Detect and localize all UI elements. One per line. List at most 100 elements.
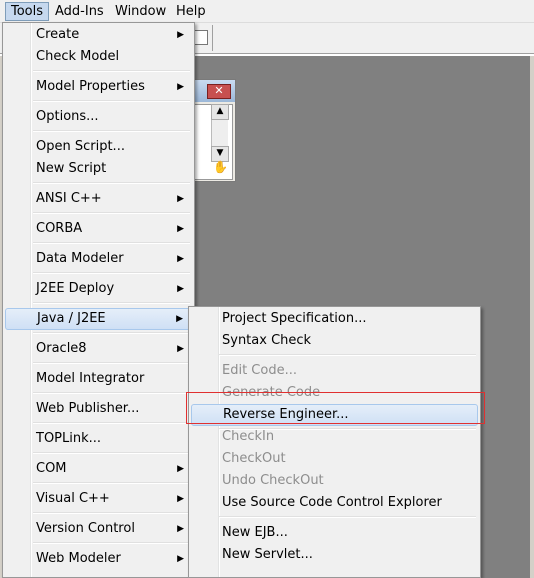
menu-item-model-properties[interactable]: Model Properties ▶ bbox=[5, 76, 192, 98]
menu-separator bbox=[33, 512, 190, 514]
floating-window: ✕ ▲ ▼ ✋ bbox=[190, 79, 236, 182]
menu-item-label: New Servlet... bbox=[222, 547, 313, 562]
menu-item-com[interactable]: COM ▶ bbox=[5, 458, 192, 480]
menu-item-label: Oracle8 bbox=[36, 341, 87, 356]
menu-item-label: Edit Code... bbox=[222, 363, 297, 378]
menu-bar: Tools Add-Ins Window Help bbox=[0, 0, 534, 23]
menu-item-label: Model Properties bbox=[36, 79, 145, 94]
menu-item-label: Version Control bbox=[36, 521, 135, 536]
menu-separator bbox=[33, 362, 190, 364]
menu-item-label: Java / J2EE bbox=[37, 311, 106, 326]
chevron-right-icon: ▶ bbox=[177, 30, 184, 40]
menu-item-label: CheckOut bbox=[222, 451, 286, 466]
menu-item-label: Check Model bbox=[36, 49, 120, 64]
menu-item-label: Use Source Code Control Explorer bbox=[222, 495, 442, 510]
menu-item-ansi-cpp[interactable]: ANSI C++ ▶ bbox=[5, 188, 192, 210]
menu-item-options[interactable]: Options... bbox=[5, 106, 192, 128]
menu-item-web-publisher[interactable]: Web Publisher... bbox=[5, 398, 192, 420]
menu-item-label: ANSI C++ bbox=[36, 191, 102, 206]
menu-item-label: CheckIn bbox=[222, 429, 275, 444]
menu-item-checkin: CheckIn bbox=[191, 426, 478, 448]
menu-item-project-specification[interactable]: Project Specification... bbox=[191, 308, 478, 330]
menu-separator bbox=[33, 212, 190, 214]
chevron-right-icon: ▶ bbox=[177, 224, 184, 234]
menu-separator bbox=[33, 302, 190, 304]
menu-item-label: CORBA bbox=[36, 221, 83, 236]
menu-separator bbox=[33, 332, 190, 334]
chevron-right-icon: ▶ bbox=[177, 524, 184, 534]
workspace-frame-right bbox=[530, 56, 534, 578]
hand-pointer-icon[interactable]: ✋ bbox=[213, 160, 228, 174]
chevron-right-icon: ▶ bbox=[177, 194, 184, 204]
menu-separator bbox=[33, 182, 190, 184]
menu-item-j2ee-deploy[interactable]: J2EE Deploy ▶ bbox=[5, 278, 192, 300]
menu-item-java-j2ee[interactable]: Java / J2EE ▶ bbox=[5, 308, 192, 330]
menu-separator bbox=[33, 100, 190, 102]
menu-separator bbox=[33, 482, 190, 484]
menu-item-checkout: CheckOut bbox=[191, 448, 478, 470]
menu-item-open-script[interactable]: Open Script... bbox=[5, 136, 192, 158]
menu-item-label: Visual C++ bbox=[36, 491, 110, 506]
menu-item-label: COM bbox=[36, 461, 67, 476]
menu-item-edit-code: Edit Code... bbox=[191, 360, 478, 382]
scroll-up-icon[interactable]: ▲ bbox=[211, 104, 229, 120]
menu-separator bbox=[33, 130, 190, 132]
menu-separator bbox=[33, 452, 190, 454]
menu-item-new-ejb[interactable]: New EJB... bbox=[191, 522, 478, 544]
menu-item-label: Open Script... bbox=[36, 139, 125, 154]
close-icon[interactable]: ✕ bbox=[207, 84, 231, 99]
menu-item-label: Model Integrator bbox=[36, 371, 145, 386]
toolbar-document-icon[interactable] bbox=[193, 30, 208, 45]
menu-item-label: Web Publisher... bbox=[36, 401, 140, 416]
menu-item-label: Data Modeler bbox=[36, 251, 124, 266]
menu-item-syntax-check[interactable]: Syntax Check bbox=[191, 330, 478, 352]
menu-item-label: Syntax Check bbox=[222, 333, 312, 348]
menu-separator bbox=[33, 242, 190, 244]
menu-item-label: Web Modeler bbox=[36, 551, 121, 566]
menu-item-toplink[interactable]: TOPLink... bbox=[5, 428, 192, 450]
menu-item-visual-cpp[interactable]: Visual C++ ▶ bbox=[5, 488, 192, 510]
menu-separator bbox=[33, 542, 190, 544]
menu-item-corba[interactable]: CORBA ▶ bbox=[5, 218, 192, 240]
menu-separator bbox=[33, 392, 190, 394]
menu-item-label: Project Specification... bbox=[222, 311, 367, 326]
menu-item-source-code-control-explorer[interactable]: Use Source Code Control Explorer bbox=[191, 492, 478, 514]
menu-separator bbox=[33, 272, 190, 274]
menu-item-model-integrator[interactable]: Model Integrator bbox=[5, 368, 192, 390]
chevron-right-icon: ▶ bbox=[177, 82, 184, 92]
chevron-right-icon: ▶ bbox=[177, 284, 184, 294]
menu-separator bbox=[33, 70, 190, 72]
chevron-right-icon: ▶ bbox=[177, 494, 184, 504]
menu-item-oracle8[interactable]: Oracle8 ▶ bbox=[5, 338, 192, 360]
callout-highlight-box bbox=[186, 392, 485, 424]
menu-help[interactable]: Help bbox=[171, 3, 211, 20]
menu-item-label: Undo CheckOut bbox=[222, 473, 324, 488]
menu-item-label: Create bbox=[36, 27, 80, 42]
menu-item-label: Options... bbox=[36, 109, 99, 124]
menu-separator bbox=[219, 354, 476, 356]
menu-item-web-modeler[interactable]: Web Modeler ▶ bbox=[5, 548, 192, 570]
menu-tools[interactable]: Tools bbox=[5, 2, 50, 21]
menu-item-label: New EJB... bbox=[222, 525, 288, 540]
menu-separator bbox=[219, 516, 476, 518]
chevron-right-icon: ▶ bbox=[177, 554, 184, 564]
toolbar-separator bbox=[212, 25, 213, 51]
menu-item-create[interactable]: Create ▶ bbox=[5, 24, 192, 46]
menu-item-new-script[interactable]: New Script bbox=[5, 158, 192, 180]
menu-item-check-model[interactable]: Check Model bbox=[5, 46, 192, 68]
menu-item-undo-checkout: Undo CheckOut bbox=[191, 470, 478, 492]
chevron-right-icon: ▶ bbox=[177, 254, 184, 264]
menu-separator bbox=[33, 422, 190, 424]
menu-item-data-modeler[interactable]: Data Modeler ▶ bbox=[5, 248, 192, 270]
chevron-right-icon: ▶ bbox=[177, 344, 184, 354]
menu-item-label: TOPLink... bbox=[36, 431, 102, 446]
menu-add-ins[interactable]: Add-Ins bbox=[50, 3, 109, 20]
menu-window[interactable]: Window bbox=[110, 3, 171, 20]
java-j2ee-submenu: Project Specification... Syntax Check Ed… bbox=[188, 306, 481, 578]
menu-item-version-control[interactable]: Version Control ▶ bbox=[5, 518, 192, 540]
tools-menu: Create ▶ Check Model Model Properties ▶ … bbox=[2, 22, 195, 578]
menu-item-label: J2EE Deploy bbox=[36, 281, 115, 296]
chevron-right-icon: ▶ bbox=[176, 314, 183, 324]
chevron-right-icon: ▶ bbox=[177, 464, 184, 474]
menu-item-new-servlet[interactable]: New Servlet... bbox=[191, 544, 478, 566]
